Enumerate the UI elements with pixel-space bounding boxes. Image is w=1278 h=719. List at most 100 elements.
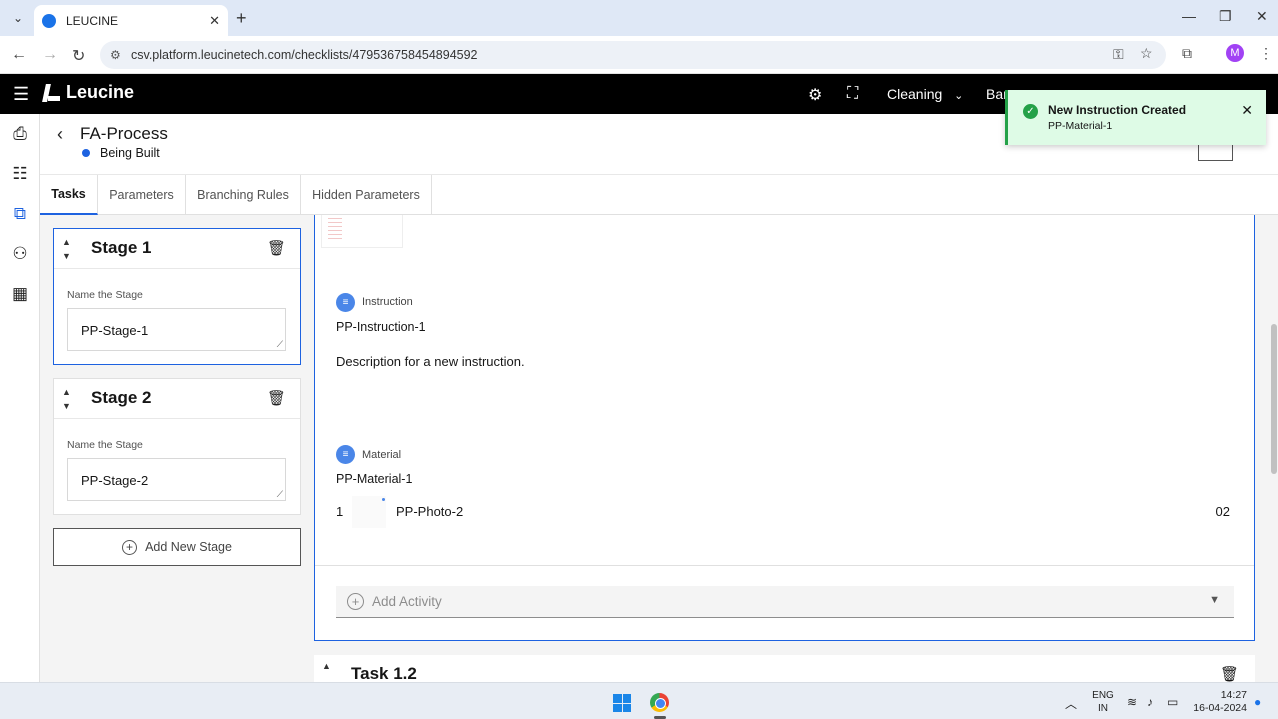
stage-name-input[interactable]: PP-Stage-2 (67, 458, 286, 501)
content-area: ▲▼ Stage 1 🗑 Name the Stage PP-Stage-1 ▲… (40, 215, 1278, 682)
stage-name-input[interactable]: PP-Stage-1 (67, 308, 286, 351)
delete-stage-icon[interactable]: 🗑 (267, 389, 286, 407)
left-nav-rail: ⎙ ☷ ⧉ ⚇ ▦ (0, 114, 40, 682)
delete-stage-icon[interactable]: 🗑 (267, 239, 286, 257)
caret-down-icon: ▼ (1209, 594, 1220, 606)
material-photo-thumbnail[interactable] (352, 496, 386, 528)
system-clock[interactable]: 14:27 16-04-2024 (1193, 689, 1247, 715)
tray-chevron-up-icon[interactable]: ︿ (1065, 695, 1077, 712)
material-quantity: 02 (1215, 504, 1230, 519)
checklist-icon[interactable]: ☷ (0, 154, 40, 194)
material-type-label: Material (362, 449, 402, 461)
windows-start-icon[interactable] (613, 694, 631, 712)
site-info-icon[interactable]: ⚙ (110, 48, 121, 62)
brand-name: Leucine (66, 82, 135, 102)
profile-avatar[interactable]: M (1226, 44, 1244, 62)
reorder-arrows-icon[interactable]: ▲ ▼ (62, 385, 71, 413)
chevron-down-icon: ⌄ (954, 90, 964, 102)
toast-subtitle: PP-Material-1 (1048, 120, 1113, 132)
os-taskbar: ︿ ENG IN ≋ ♪ ▭ 14:27 16-04-2024 ● (0, 682, 1278, 719)
facility-label: Cleaning (887, 86, 943, 102)
extensions-icon[interactable]: ⧉ (1182, 45, 1192, 62)
material-item-name: PP-Photo-2 (396, 504, 464, 519)
browser-tab[interactable]: LEUCINE ✕ (34, 5, 228, 36)
toast-title: New Instruction Created (1048, 103, 1187, 117)
tab-tasks[interactable]: Tasks (40, 175, 98, 215)
password-key-icon[interactable]: ⚿ (1113, 46, 1124, 63)
battery-icon[interactable]: ▭ (1167, 695, 1178, 709)
new-tab-icon[interactable]: + (236, 8, 247, 29)
back-chevron-icon[interactable]: ‹ (57, 124, 63, 145)
media-thumbnail[interactable] (321, 215, 403, 248)
instruction-type-label: Instruction (362, 296, 413, 308)
instruction-description: Description for a new instruction. (336, 354, 525, 369)
close-toast-icon[interactable]: ✕ (1241, 102, 1253, 119)
notification-bell-icon[interactable]: ● (1254, 695, 1261, 709)
stage-card[interactable]: ▲ ▼ Stage 1 🗑 Name the Stage PP-Stage-1 (53, 228, 301, 365)
leucine-mark-icon (42, 84, 60, 102)
volume-icon[interactable]: ♪ (1147, 695, 1153, 709)
add-activity-dropdown[interactable]: + Add Activity ▼ (336, 586, 1234, 618)
divider (315, 565, 1254, 566)
stage-header: ▲ ▼ Stage 2 🗑 (54, 379, 300, 419)
back-arrow-icon[interactable]: ← (11, 46, 27, 64)
address-bar: ← → ↻ ⚙ csv.platform.leucinetech.com/che… (0, 36, 1278, 74)
url-text: csv.platform.leucinetech.com/checklists/… (131, 48, 478, 62)
scrollbar-thumb[interactable] (1271, 324, 1277, 474)
scan-icon[interactable]: ⛶ (847, 85, 858, 103)
material-name: PP-Material-1 (336, 472, 413, 486)
settings-gear-icon[interactable]: ⚙ (808, 85, 822, 105)
plus-circle-icon: + (347, 593, 364, 610)
reorder-arrows-icon[interactable]: ▲ ▼ (62, 235, 71, 263)
minimize-icon[interactable]: — (1182, 8, 1196, 24)
language-indicator[interactable]: ENG IN (1092, 689, 1114, 715)
add-new-stage-button[interactable]: + Add New Stage (53, 528, 301, 566)
task-name: Task 1.2 (351, 664, 417, 682)
status-badge: Being Built (82, 146, 160, 160)
lang-secondary: IN (1098, 703, 1108, 714)
clock-date: 16-04-2024 (1193, 702, 1247, 714)
page-title: FA-Process (80, 124, 168, 143)
stage-card[interactable]: ▲ ▼ Stage 2 🗑 Name the Stage PP-Stage-2 (53, 378, 301, 515)
org-tree-icon[interactable]: ⚇ (0, 234, 40, 274)
close-window-icon[interactable]: ✕ (1256, 8, 1268, 25)
stage-field-label: Name the Stage (67, 289, 143, 301)
section-tabs: Tasks Parameters Branching Rules Hidden … (40, 174, 1278, 215)
add-stage-label: Add New Stage (145, 540, 232, 554)
tab-title: LEUCINE (66, 13, 119, 28)
wifi-icon[interactable]: ≋ (1127, 695, 1137, 709)
bookmark-star-icon[interactable]: ☆ (1140, 45, 1153, 62)
lang-primary: ENG (1092, 690, 1114, 701)
scrollbar[interactable] (1269, 228, 1278, 682)
instruction-name: PP-Instruction-1 (336, 320, 426, 334)
plus-circle-icon: + (122, 539, 138, 555)
delete-task-icon[interactable]: 🗑 (1220, 665, 1239, 682)
chrome-app-icon[interactable] (650, 693, 669, 712)
material-index: 1 (336, 504, 344, 519)
tab-hidden-parameters[interactable]: Hidden Parameters (301, 175, 432, 215)
stage-name: Stage 1 (91, 238, 152, 257)
browser-menu-icon[interactable]: ⋮ (1259, 45, 1273, 62)
url-input[interactable]: ⚙ csv.platform.leucinetech.com/checklist… (100, 41, 1166, 69)
tab-branching-rules[interactable]: Branching Rules (186, 175, 301, 215)
close-tab-icon[interactable]: ✕ (209, 13, 220, 29)
hamburger-menu-icon[interactable]: ☰ (13, 84, 29, 105)
restore-icon[interactable]: ❐ (1219, 8, 1232, 25)
success-toast: ✓ New Instruction Created PP-Material-1 … (1005, 90, 1266, 145)
check-circle-icon: ✓ (1023, 104, 1038, 119)
facility-selector[interactable]: Cleaning ⌄ (887, 86, 963, 102)
task-card-header[interactable]: ▲ Task 1.2 🗑 (314, 655, 1255, 682)
material-icon: ≡ (336, 445, 355, 464)
leucine-favicon-icon (42, 13, 56, 28)
add-activity-label: Add Activity (372, 594, 442, 609)
inbox-icon[interactable]: ⎙ (0, 114, 40, 154)
browser-tabbar: ⌄ LEUCINE ✕ + — ❐ ✕ (0, 0, 1278, 36)
process-flow-icon[interactable]: ⧉ (0, 194, 40, 234)
leucine-logo[interactable]: Leucine (42, 82, 134, 103)
reload-icon[interactable]: ↻ (72, 46, 85, 66)
forward-arrow-icon[interactable]: → (42, 46, 58, 64)
tab-parameters[interactable]: Parameters (98, 175, 186, 215)
tab-search-icon[interactable]: ⌄ (8, 8, 28, 28)
reorder-arrows-icon[interactable]: ▲ (322, 661, 331, 671)
reports-icon[interactable]: ▦ (0, 274, 40, 314)
